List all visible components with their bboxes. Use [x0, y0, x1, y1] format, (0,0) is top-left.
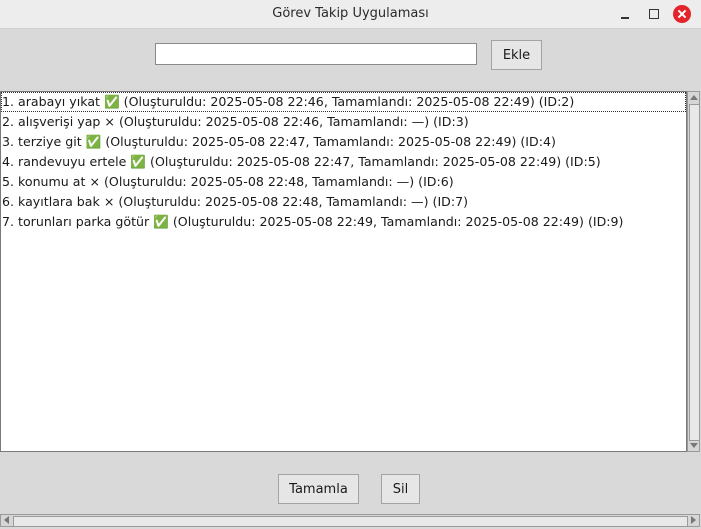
scroll-up-icon[interactable] [690, 95, 698, 100]
vertical-scroll-thumb[interactable] [689, 104, 700, 441]
list-item[interactable]: 2. alışverişi yap × (Oluşturuldu: 2025-0… [1, 112, 686, 132]
list-item[interactable]: 6. kayıtlara bak × (Oluşturuldu: 2025-05… [1, 192, 686, 212]
task-input[interactable] [155, 43, 477, 65]
maximize-icon[interactable] [645, 5, 663, 23]
list-item[interactable]: 1. arabayı yıkat ✅ (Oluşturuldu: 2025-05… [1, 92, 686, 112]
list-item[interactable]: 3. terziye git ✅ (Oluşturuldu: 2025-05-0… [1, 132, 686, 152]
horizontal-scrollbar[interactable] [0, 514, 700, 527]
task-list[interactable]: 1. arabayı yıkat ✅ (Oluşturuldu: 2025-05… [0, 91, 687, 452]
minimize-icon[interactable] [616, 5, 634, 23]
scroll-down-icon[interactable] [690, 443, 698, 448]
close-icon[interactable] [673, 5, 691, 23]
complete-button[interactable]: Tamamla [278, 474, 359, 504]
horizontal-scroll-thumb[interactable] [13, 516, 688, 527]
vertical-scrollbar[interactable] [687, 91, 700, 452]
list-item[interactable]: 4. randevuyu ertele ✅ (Oluşturuldu: 2025… [1, 152, 686, 172]
delete-button[interactable]: Sil [381, 474, 420, 504]
scroll-right-icon[interactable] [691, 516, 696, 524]
list-item[interactable]: 7. torunları parka götür ✅ (Oluşturuldu:… [1, 212, 686, 232]
scroll-left-icon[interactable] [4, 516, 9, 524]
window-title: Görev Takip Uygulaması [272, 6, 429, 21]
list-item[interactable]: 5. konumu at × (Oluşturuldu: 2025-05-08 … [1, 172, 686, 192]
add-button[interactable]: Ekle [491, 40, 542, 70]
title-bar: Görev Takip Uygulaması [0, 0, 701, 29]
